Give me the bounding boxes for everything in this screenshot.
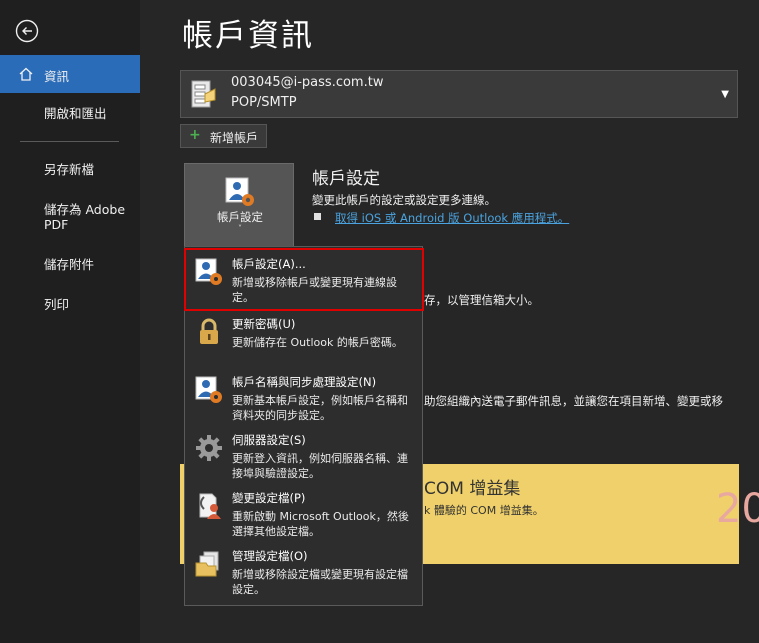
menu-item-manage-profiles[interactable]: 管理設定檔(O) 新增或移除設定檔或變更現有設定檔設定。 — [185, 543, 422, 603]
gear-icon — [196, 435, 222, 461]
home-icon — [19, 67, 33, 81]
menu-item-description: 更新登入資訊，例如伺服器名稱、連接埠與驗證設定。 — [232, 452, 408, 480]
menu-item-change-profile[interactable]: 變更設定檔(P) 重新啟動 Microsoft Outlook，然後選擇其他設定… — [185, 485, 422, 543]
plus-icon: + — [189, 127, 201, 143]
com-addins-title: COM 增益集 — [424, 479, 521, 499]
sidebar-divider — [20, 141, 119, 142]
account-sync-icon — [195, 376, 222, 403]
sidebar: 資訊 開啟和匯出 另存新檔 儲存為 Adobe PDF 儲存附件 列印 — [0, 0, 140, 643]
account-selector[interactable]: 003045@i-pass.com.tw POP/SMTP ▼ — [180, 70, 738, 118]
change-profile-icon — [199, 493, 221, 519]
menu-item-title: 帳戶名稱與同步處理設定(N) — [232, 375, 377, 389]
menu-item-description: 更新基本帳戶設定，例如帳戶名稱和資料夾的同步設定。 — [232, 394, 408, 422]
menu-item-server-settings[interactable]: 伺服器設定(S) 更新登入資訊，例如伺服器名稱、連接埠與驗證設定。 — [185, 427, 422, 485]
account-settings-icon — [225, 177, 254, 206]
page-title: 帳戶資訊 — [182, 18, 314, 54]
sidebar-item-label: 資訊 — [44, 69, 70, 84]
chevron-down-icon: ▼ — [721, 89, 729, 100]
manage-profiles-icon — [195, 551, 219, 577]
account-email: 003045@i-pass.com.tw — [231, 75, 384, 90]
bullet-icon — [314, 213, 321, 220]
com-addins-description: k 體驗的 COM 增益集。 — [424, 504, 544, 517]
menu-item-description: 更新儲存在 Outlook 的帳戶密碼。 — [232, 336, 403, 349]
get-mobile-app-link[interactable]: 取得 iOS 或 Android 版 Outlook 應用程式。 — [335, 210, 569, 226]
sidebar-item-label: 開啟和匯出 — [44, 106, 107, 121]
sidebar-item-label: 儲存附件 — [44, 257, 95, 272]
menu-item-title: 管理設定檔(O) — [232, 549, 308, 563]
menu-item-title: 更新密碼(U) — [232, 317, 296, 331]
watermark-text: 20 — [716, 486, 759, 532]
section-title: 帳戶設定 — [312, 169, 380, 189]
menu-item-update-password[interactable]: 更新密碼(U) 更新儲存在 Outlook 的帳戶密碼。 — [185, 311, 422, 369]
menu-item-description: 重新啟動 Microsoft Outlook，然後選擇其他設定檔。 — [232, 510, 409, 538]
menu-item-account-name-sync[interactable]: 帳戶名稱與同步處理設定(N) 更新基本帳戶設定，例如帳戶名稱和資料夾的同步設定。 — [185, 369, 422, 427]
account-settings-button[interactable]: 帳戶設定 ˅ — [184, 163, 294, 248]
back-button[interactable] — [15, 19, 39, 43]
add-account-label: 新增帳戶 — [210, 131, 259, 145]
mailbox-cleanup-text: 存，以管理信箱大小。 — [424, 293, 539, 307]
account-settings-label: 帳戶設定 — [217, 210, 263, 224]
chevron-down-icon: ˅ — [238, 224, 242, 233]
sidebar-item-label: 另存新檔 — [44, 162, 95, 177]
sidebar-item-info[interactable]: 資訊 — [0, 55, 140, 93]
menu-item-description: 新增或移除設定檔或變更現有設定檔設定。 — [232, 568, 408, 596]
section-description: 變更此帳戶的設定或設定更多連線。 — [312, 193, 496, 207]
mailbox-icon — [191, 80, 216, 108]
back-arrow-icon — [15, 19, 39, 43]
account-type: POP/SMTP — [231, 95, 297, 110]
highlight-box — [184, 248, 424, 311]
rules-alerts-text: 助您組織內送電子郵件訊息，並讓您在項目新增、變更或移 — [424, 394, 723, 408]
menu-item-title: 伺服器設定(S) — [232, 433, 306, 447]
sidebar-item-label: 列印 — [44, 297, 70, 312]
lock-icon — [200, 318, 218, 344]
menu-item-title: 變更設定檔(P) — [232, 491, 306, 505]
add-account-button[interactable]: + 新增帳戶 — [180, 124, 267, 148]
sidebar-item-label: 儲存為 Adobe PDF — [44, 202, 126, 232]
